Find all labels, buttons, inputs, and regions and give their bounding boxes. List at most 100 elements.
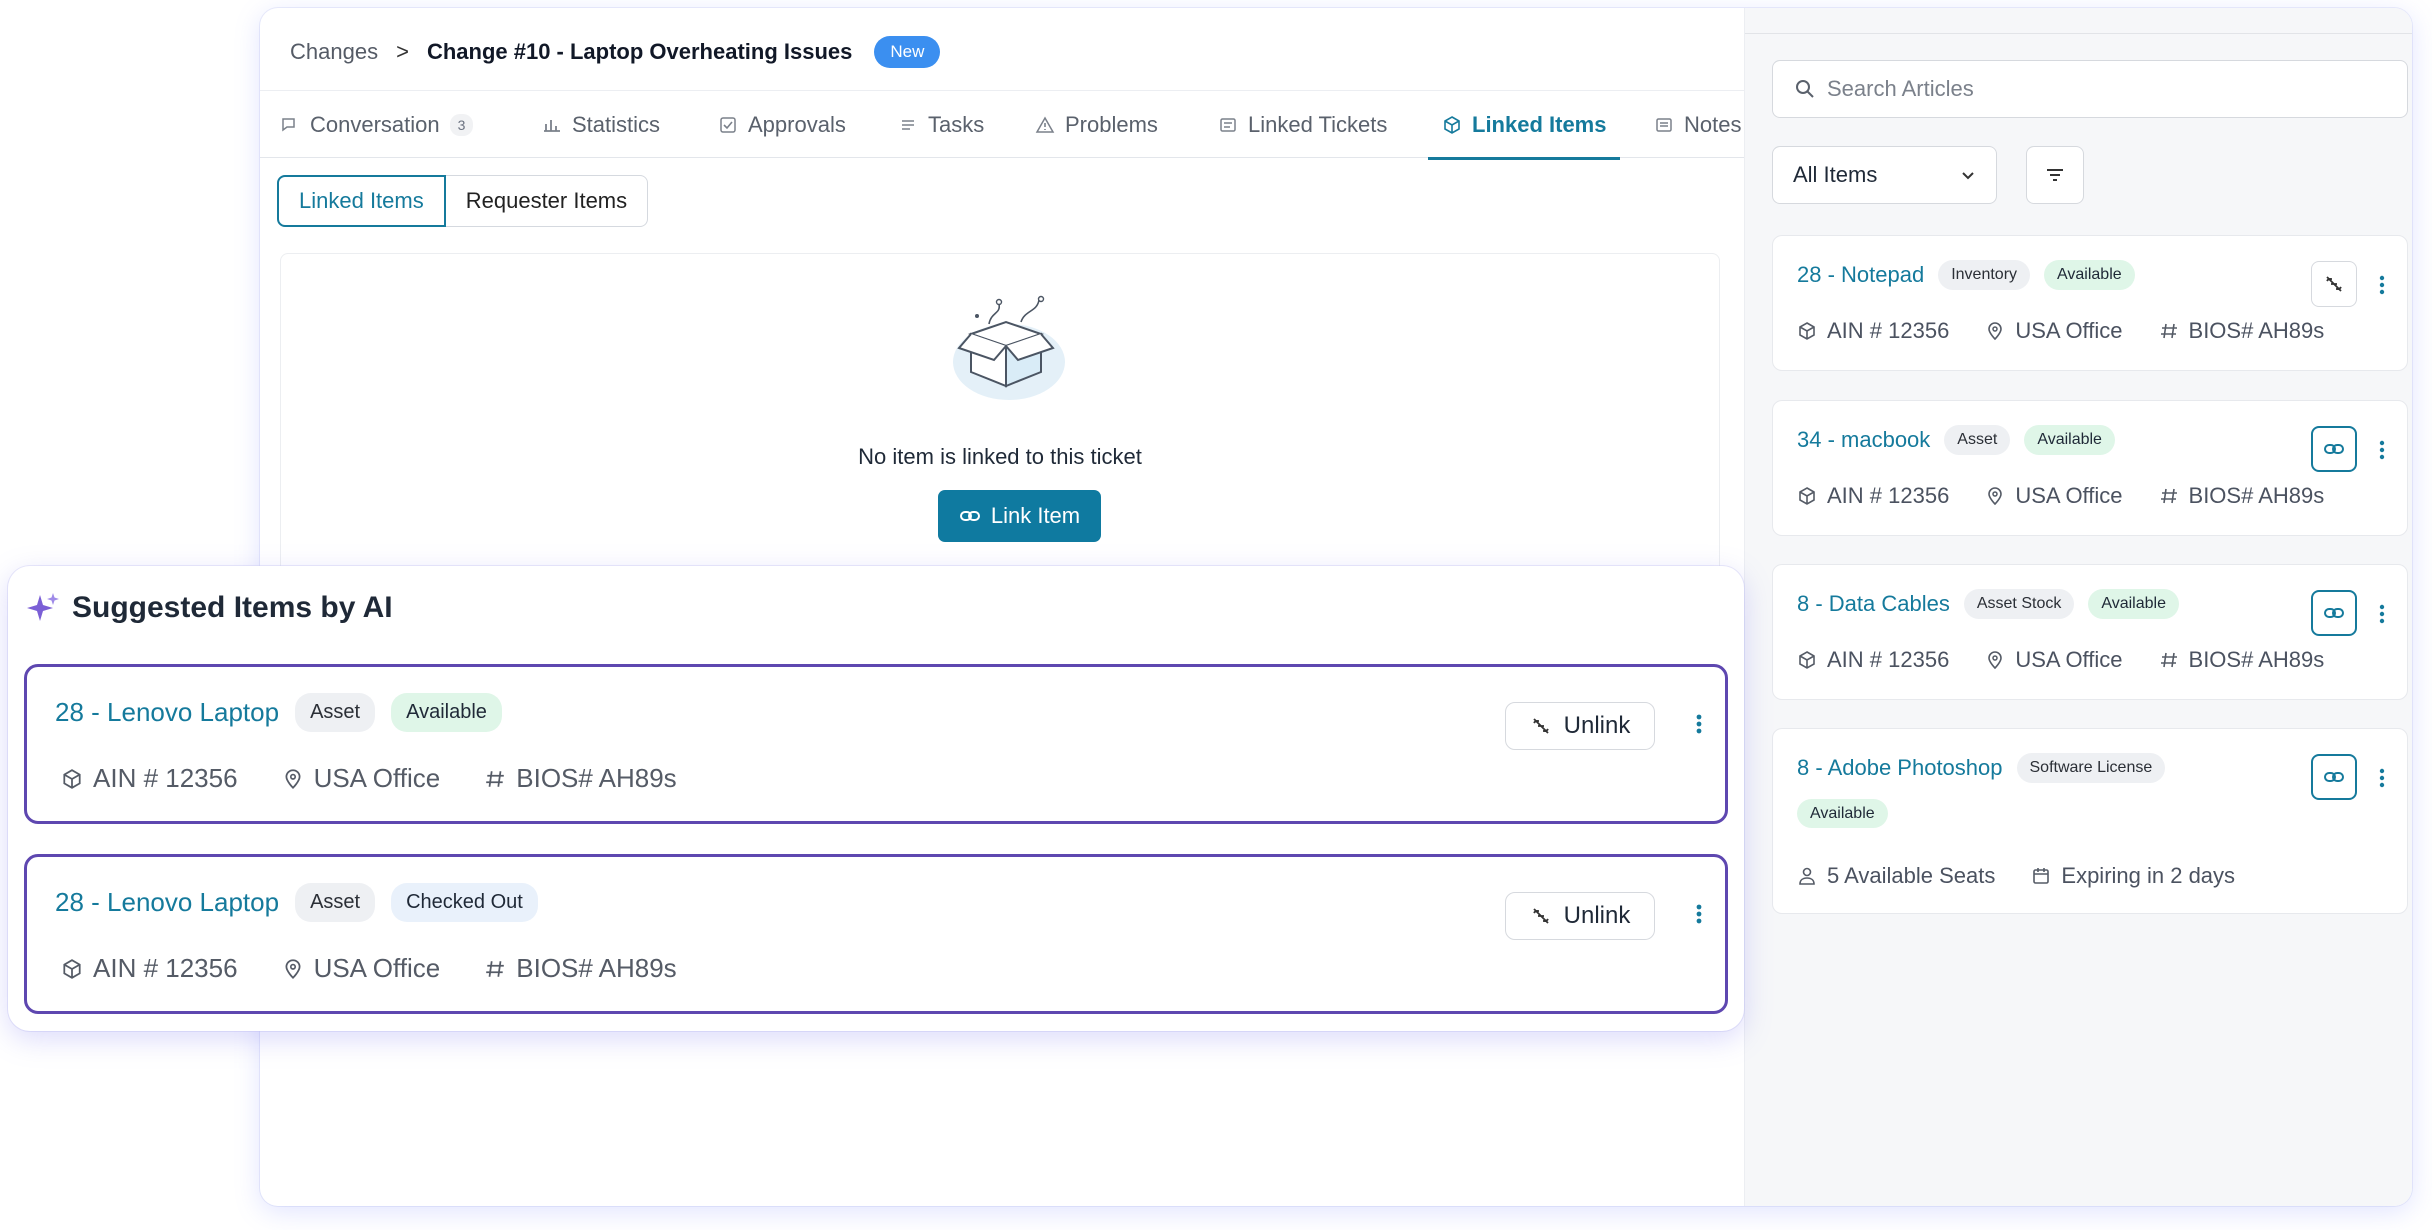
bios-value: BIOS# AH89s — [2188, 647, 2325, 672]
unlink-item-button[interactable] — [2311, 261, 2357, 307]
cube-icon — [1799, 651, 1815, 669]
empty-state-card: No item is linked to this ticket Link It… — [280, 253, 1720, 583]
status-badge-new: New — [874, 36, 941, 68]
location-value: USA Office — [2015, 318, 2123, 343]
right-panel: Search Articles All Items 28 - Notepad I… — [1744, 8, 2412, 1206]
available-seats: 5 Available Seats — [1797, 863, 1995, 889]
empty-state-message: No item is linked to this ticket — [858, 444, 1142, 469]
tab-label: Approvals — [748, 112, 846, 137]
item-title-link[interactable]: 28 - Lenovo Laptop — [55, 697, 279, 728]
asset-number-value: AIN # 12356 — [93, 763, 238, 793]
item-card: 8 - Data Cables Asset Stock Available AI… — [1772, 564, 2408, 700]
asset-number: AIN # 12356 — [61, 953, 238, 984]
search-icon — [1796, 80, 1814, 98]
location: USA Office — [282, 953, 440, 984]
tab-notes[interactable]: Notes — [1654, 91, 1741, 159]
chat-icon — [282, 118, 295, 132]
tab-label: Linked Tickets — [1248, 112, 1388, 137]
user-icon — [1799, 867, 1815, 885]
item-title-link[interactable]: 28 - Notepad — [1797, 262, 1924, 288]
list-icon — [902, 120, 914, 130]
item-title-link[interactable]: 8 - Data Cables — [1797, 591, 1950, 617]
more-options-icon[interactable] — [2370, 599, 2394, 629]
tab-count-badge: 3 — [449, 114, 474, 136]
link-item-button[interactable]: Link Item — [938, 490, 1101, 542]
hash-icon — [2160, 488, 2177, 504]
sparkle-icon — [27, 593, 59, 621]
hash-icon — [486, 770, 505, 787]
segment-linked-items[interactable]: Linked Items — [277, 175, 446, 227]
license-expiry: Expiring in 2 days — [2031, 863, 2235, 889]
ticket-icon — [1220, 118, 1236, 132]
more-options-icon[interactable] — [2370, 270, 2394, 300]
tab-tasks[interactable]: Tasks — [898, 91, 984, 159]
hash-icon — [2160, 323, 2177, 339]
unlink-icon — [2326, 276, 2342, 292]
item-card: 8 - Adobe Photoshop Software License Ava… — [1772, 728, 2408, 914]
cube-icon — [1799, 487, 1815, 505]
more-options-icon[interactable] — [1687, 709, 1711, 739]
suggested-item-card: 28 - Lenovo Laptop Asset Checked Out Unl… — [24, 854, 1728, 1014]
unlink-button[interactable]: Unlink — [1505, 892, 1655, 940]
status-chip: Available — [1797, 799, 1888, 828]
expiry-value: Expiring in 2 days — [2061, 863, 2236, 888]
status-chip: Available — [2088, 589, 2179, 619]
link-item-button[interactable] — [2311, 754, 2357, 800]
breadcrumb: Changes > Change #10 - Laptop Overheatin… — [290, 28, 941, 76]
status-chip: Available — [391, 693, 502, 732]
cube-icon — [1799, 322, 1815, 340]
filter-button[interactable] — [2026, 146, 2084, 204]
tab-label: Tasks — [928, 112, 985, 137]
asset-number-value: AIN # 12356 — [1827, 318, 1950, 343]
tab-label: Conversation — [310, 112, 440, 137]
more-options-icon[interactable] — [2370, 435, 2394, 465]
ai-suggestions-heading: Suggested Items by AI — [26, 591, 393, 625]
unlink-button[interactable]: Unlink — [1505, 702, 1655, 750]
tab-problems[interactable]: Problems — [1035, 91, 1158, 159]
status-chip: Available — [2044, 260, 2135, 290]
location-value: USA Office — [313, 763, 441, 793]
more-options-icon[interactable] — [2370, 763, 2394, 793]
cube-icon — [63, 768, 81, 789]
tab-label: Linked Items — [1472, 112, 1607, 137]
suggested-item-card: 28 - Lenovo Laptop Asset Available Unlin… — [24, 664, 1728, 824]
more-options-icon[interactable] — [1687, 899, 1711, 929]
link-icon — [2324, 444, 2344, 454]
chevron-down-icon — [1962, 172, 1974, 180]
link-icon — [2324, 772, 2344, 782]
item-title-link[interactable]: 34 - macbook — [1797, 427, 1930, 453]
unlink-label: Unlink — [1563, 712, 1631, 739]
tab-conversation[interactable]: Conversation 3 — [280, 91, 474, 159]
tab-statistics[interactable]: Statistics — [542, 91, 660, 159]
tab-approvals[interactable]: Approvals — [718, 91, 846, 159]
asset-number: AIN # 12356 — [1797, 483, 1949, 509]
location-value: USA Office — [2015, 483, 2123, 508]
location-pin-icon — [285, 958, 301, 979]
search-articles-input[interactable]: Search Articles — [1772, 60, 2408, 118]
seats-value: 5 Available Seats — [1827, 863, 1996, 888]
tab-linked-tickets[interactable]: Linked Tickets — [1218, 91, 1387, 159]
item-type-dropdown[interactable]: All Items — [1772, 146, 1997, 204]
panel-header-divider — [1745, 8, 2412, 34]
bios-number: BIOS# AH89s — [484, 953, 677, 984]
ai-suggestions-panel: Suggested Items by AI 28 - Lenovo Laptop… — [8, 566, 1744, 1031]
item-type-chip: Software License — [2016, 753, 2166, 783]
tab-linked-items[interactable]: Linked Items — [1428, 91, 1621, 160]
segment-requester-items[interactable]: Requester Items — [445, 175, 649, 227]
link-item-button[interactable] — [2311, 426, 2357, 472]
link-item-button[interactable] — [2311, 590, 2357, 636]
asset-number: AIN # 12356 — [1797, 318, 1949, 344]
asset-number: AIN # 12356 — [1797, 647, 1949, 673]
bar-chart-icon — [544, 120, 560, 132]
breadcrumb-changes-link[interactable]: Changes — [290, 39, 378, 65]
item-title-link[interactable]: 8 - Adobe Photoshop — [1797, 755, 2003, 781]
location: USA Office — [282, 763, 441, 794]
tab-label: Statistics — [572, 112, 661, 137]
warning-icon — [1035, 116, 1055, 133]
unlink-icon — [1532, 718, 1549, 734]
search-placeholder: Search Articles — [1827, 76, 1974, 101]
item-title-link[interactable]: 28 - Lenovo Laptop — [55, 887, 279, 918]
tab-bar: Conversation 3 Statistics Approvals Task… — [260, 90, 1744, 160]
breadcrumb-separator: > — [396, 39, 409, 64]
unlink-icon — [1532, 908, 1549, 924]
